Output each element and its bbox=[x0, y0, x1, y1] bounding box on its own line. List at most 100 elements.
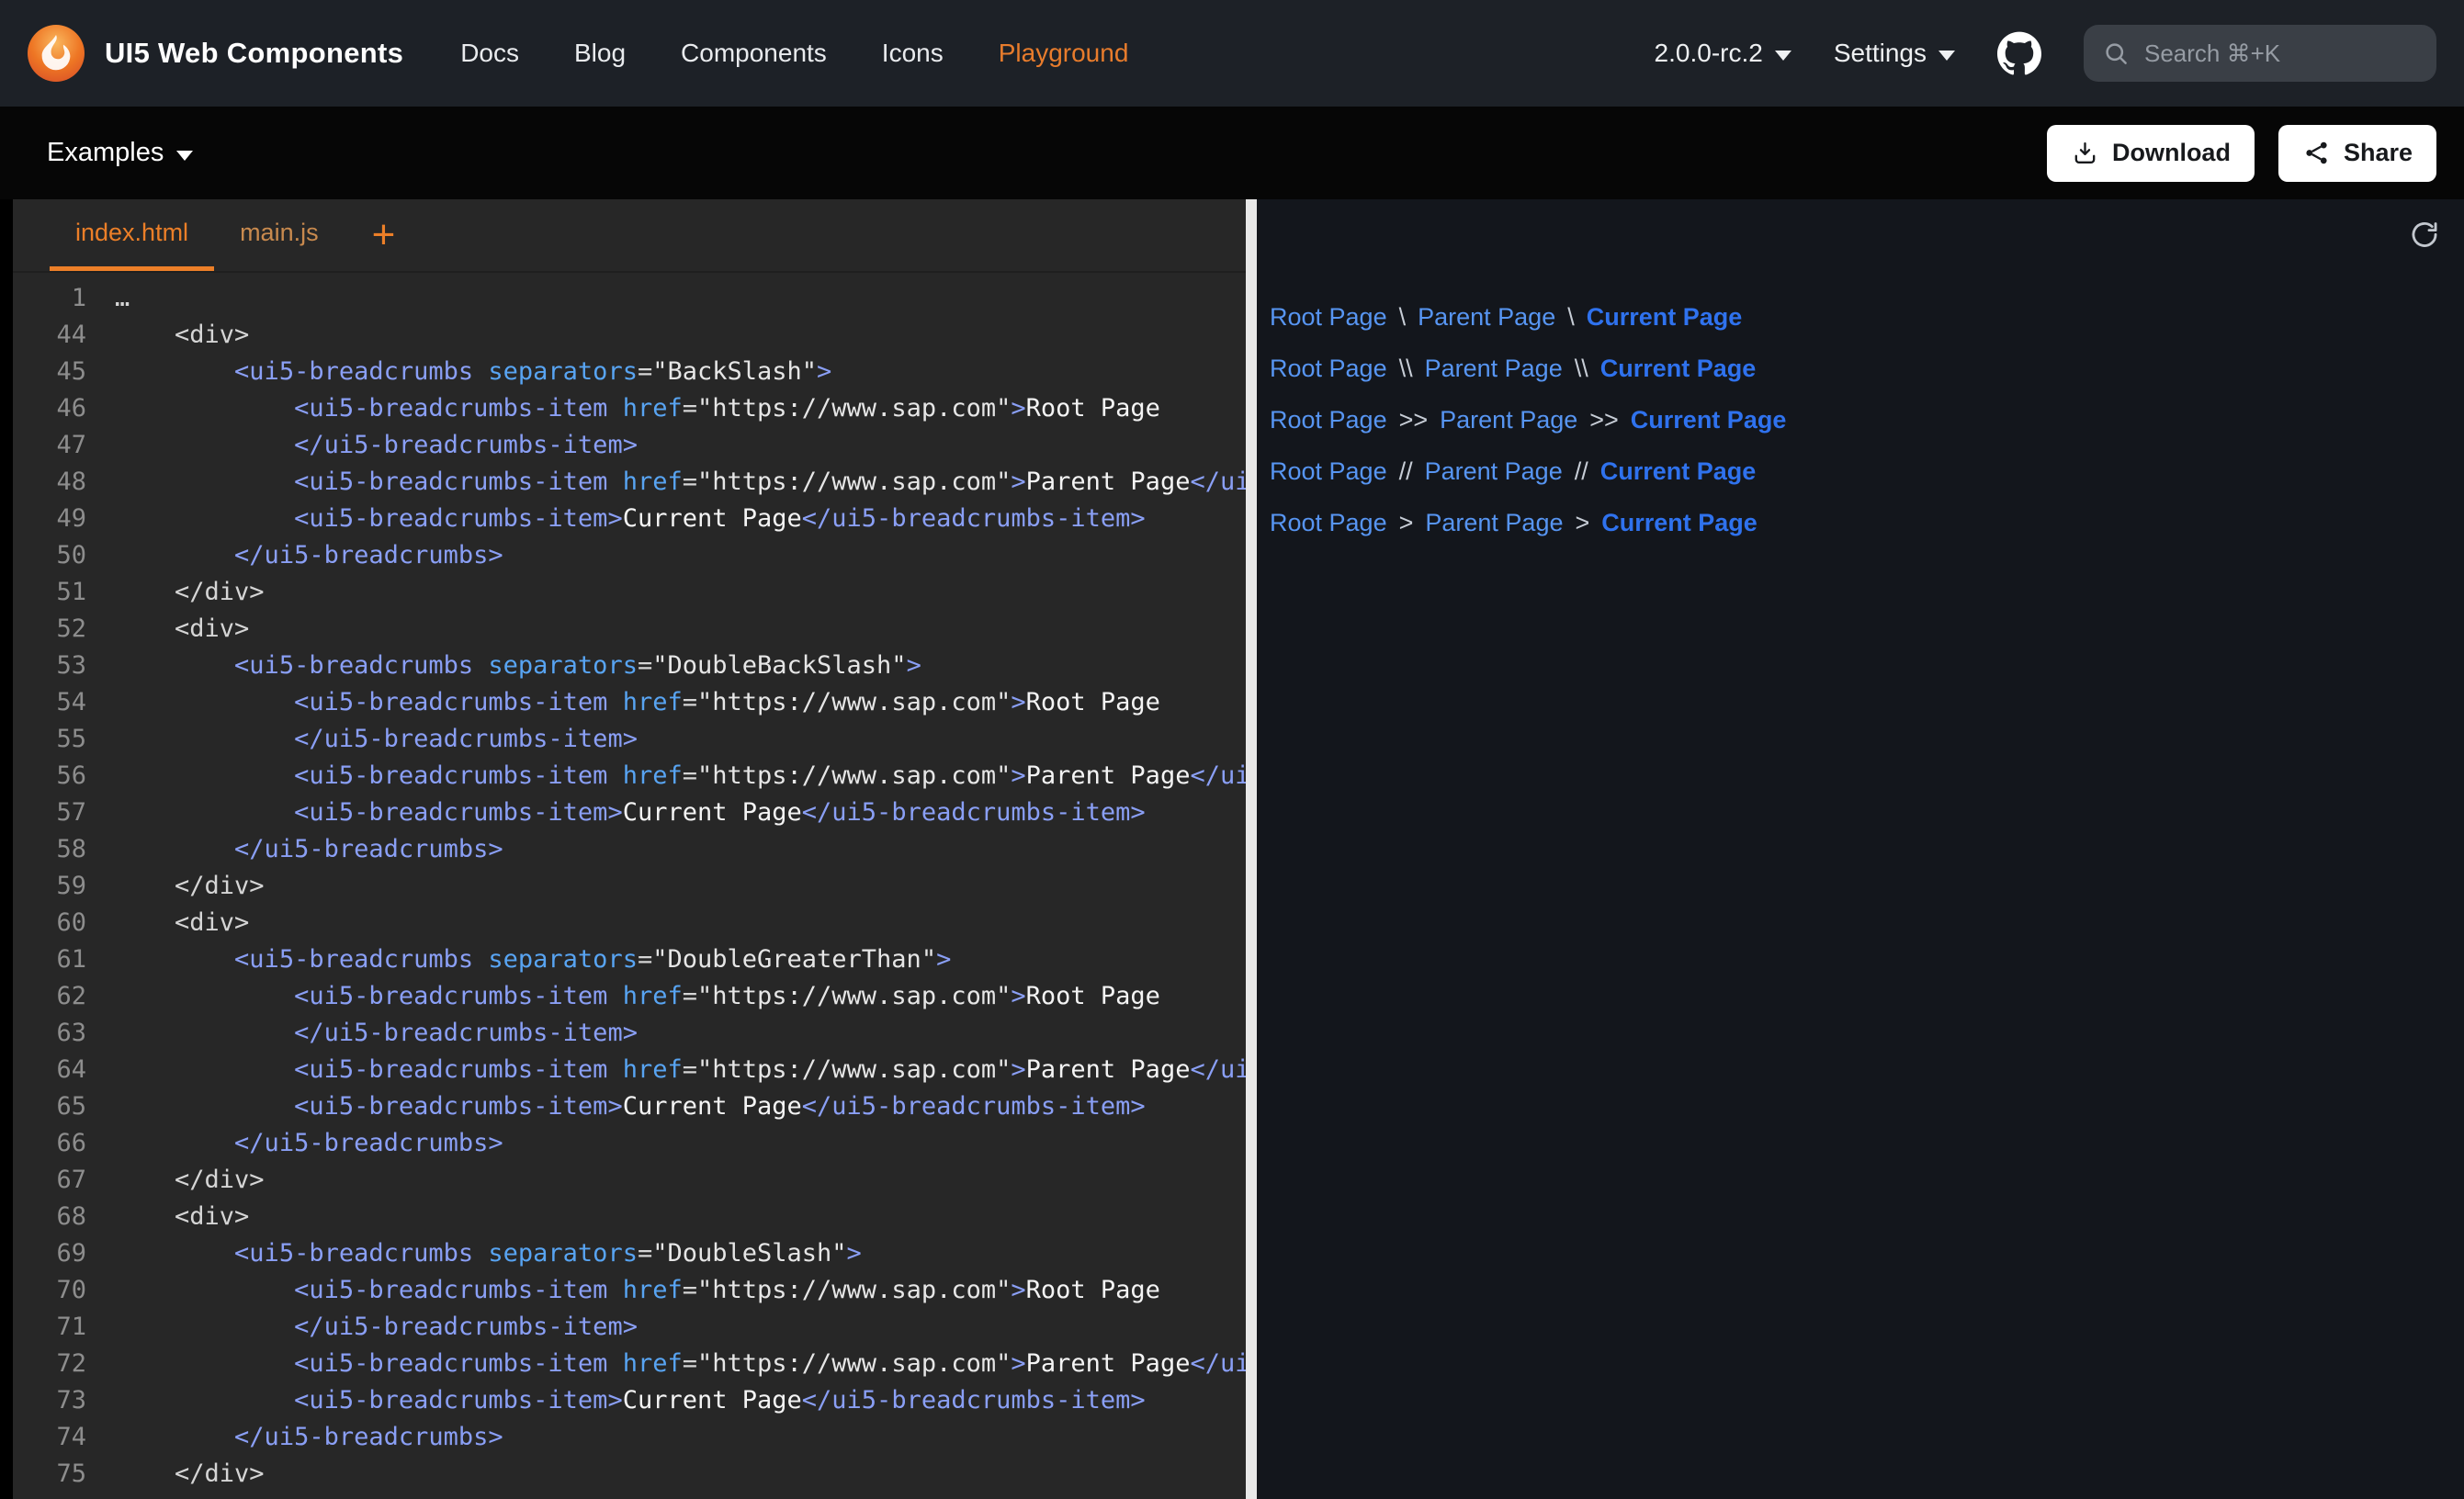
breadcrumb-separator: >> bbox=[1589, 406, 1619, 434]
breadcrumb-current: Current Page bbox=[1600, 355, 1757, 383]
breadcrumb-separator: \ bbox=[1399, 303, 1407, 332]
code-line: 71 </ui5-breadcrumbs-item> bbox=[13, 1309, 1246, 1346]
editor-tab-bar: index.html main.js + bbox=[13, 199, 1246, 273]
breadcrumb-link[interactable]: Root Page bbox=[1270, 406, 1387, 434]
code-line: 53 <ui5-breadcrumbs separators="DoubleBa… bbox=[13, 648, 1246, 684]
breadcrumb-link[interactable]: Parent Page bbox=[1425, 457, 1563, 486]
code-line: 47 </ui5-breadcrumbs-item> bbox=[13, 427, 1246, 464]
add-tab-button[interactable]: + bbox=[345, 199, 424, 271]
breadcrumb-link[interactable]: Parent Page bbox=[1440, 406, 1577, 434]
breadcrumb-link[interactable]: Root Page bbox=[1270, 457, 1387, 486]
code-line: 49 <ui5-breadcrumbs-item>Current Page</u… bbox=[13, 501, 1246, 537]
line-number: 70 bbox=[13, 1272, 86, 1309]
breadcrumb-separator: > bbox=[1399, 509, 1414, 537]
download-icon bbox=[2071, 139, 2099, 167]
line-number: 59 bbox=[13, 868, 86, 905]
code-text: </ui5-breadcrumbs-item> bbox=[86, 1015, 638, 1052]
line-number: 67 bbox=[13, 1162, 86, 1199]
nav-docs[interactable]: Docs bbox=[460, 39, 519, 68]
code-line: 58 </ui5-breadcrumbs> bbox=[13, 831, 1246, 868]
breadcrumb-separator: >> bbox=[1399, 406, 1429, 434]
line-number: 72 bbox=[13, 1346, 86, 1382]
line-number: 55 bbox=[13, 721, 86, 758]
code-line: 66 </ui5-breadcrumbs> bbox=[13, 1125, 1246, 1162]
code-text: <ui5-breadcrumbs separators="BackSlash"> bbox=[86, 354, 831, 390]
version-label: 2.0.0-rc.2 bbox=[1655, 39, 1763, 68]
code-text: </ui5-breadcrumbs> bbox=[86, 537, 503, 574]
breadcrumb: Root Page\Parent Page\Current Page bbox=[1270, 291, 2446, 343]
breadcrumb-separator: // bbox=[1575, 457, 1588, 486]
code-text: <div> bbox=[86, 611, 249, 648]
line-number: 75 bbox=[13, 1456, 86, 1493]
tab-main-js[interactable]: main.js bbox=[214, 199, 345, 271]
breadcrumb-separator: > bbox=[1575, 509, 1589, 537]
line-number: 69 bbox=[13, 1235, 86, 1272]
line-number: 50 bbox=[13, 537, 86, 574]
code-line: 50 </ui5-breadcrumbs> bbox=[13, 537, 1246, 574]
line-number: 64 bbox=[13, 1052, 86, 1088]
github-icon[interactable] bbox=[1997, 31, 2041, 75]
download-button[interactable]: Download bbox=[2047, 125, 2255, 182]
code-text: </div> bbox=[86, 1162, 265, 1199]
chevron-down-icon bbox=[176, 151, 193, 161]
line-number: 66 bbox=[13, 1125, 86, 1162]
top-navbar: UI5 Web Components Docs Blog Components … bbox=[0, 0, 2464, 107]
code-text: <div> bbox=[86, 1199, 249, 1235]
search-input[interactable] bbox=[2084, 25, 2436, 82]
code-line: 46 <ui5-breadcrumbs-item href="https://w… bbox=[13, 390, 1246, 427]
code-line: 68 <div> bbox=[13, 1199, 1246, 1235]
line-number: 44 bbox=[13, 317, 86, 354]
examples-dropdown[interactable]: Examples bbox=[47, 138, 193, 168]
settings-dropdown[interactable]: Settings bbox=[1834, 39, 1955, 68]
brand-home-link[interactable]: UI5 Web Components bbox=[28, 25, 403, 82]
line-number: 52 bbox=[13, 611, 86, 648]
breadcrumb: Root Page//Parent Page//Current Page bbox=[1270, 445, 2446, 497]
tab-index-html[interactable]: index.html bbox=[50, 199, 214, 271]
share-button[interactable]: Share bbox=[2278, 125, 2436, 182]
code-text: <ui5-breadcrumbs separators="DoubleGreat… bbox=[86, 941, 951, 978]
search-box bbox=[2084, 25, 2436, 82]
code-lines[interactable]: 1…44 <div>45 <ui5-breadcrumbs separators… bbox=[13, 273, 1246, 1499]
main-area: index.html main.js + 1…44 <div>45 <ui5-b… bbox=[0, 199, 2464, 1499]
code-line: 59 </div> bbox=[13, 868, 1246, 905]
nav-blog[interactable]: Blog bbox=[574, 39, 626, 68]
main-nav: Docs Blog Components Icons Playground bbox=[460, 39, 1128, 68]
breadcrumb-link[interactable]: Root Page bbox=[1270, 509, 1387, 537]
line-number: 56 bbox=[13, 758, 86, 795]
breadcrumb-link[interactable]: Parent Page bbox=[1425, 355, 1563, 383]
line-number: 1 bbox=[13, 280, 86, 317]
settings-label: Settings bbox=[1834, 39, 1927, 68]
code-text: … bbox=[86, 280, 130, 317]
code-text: <ui5-breadcrumbs-item href="https://www.… bbox=[86, 684, 1160, 721]
refresh-icon[interactable] bbox=[2409, 220, 2440, 251]
breadcrumb-link[interactable]: Parent Page bbox=[1425, 509, 1563, 537]
code-line: 70 <ui5-breadcrumbs-item href="https://w… bbox=[13, 1272, 1246, 1309]
share-icon bbox=[2302, 139, 2331, 167]
toolbar-actions: Download Share bbox=[2047, 125, 2436, 182]
line-number: 46 bbox=[13, 390, 86, 427]
line-number: 71 bbox=[13, 1309, 86, 1346]
code-line: 64 <ui5-breadcrumbs-item href="https://w… bbox=[13, 1052, 1246, 1088]
splitter-handle[interactable] bbox=[1246, 199, 1257, 1499]
line-number: 68 bbox=[13, 1199, 86, 1235]
breadcrumb: Root Page>Parent Page>Current Page bbox=[1270, 497, 2446, 548]
line-number: 51 bbox=[13, 574, 86, 611]
code-text: <ui5-breadcrumbs-item href="https://www.… bbox=[86, 978, 1160, 1015]
nav-playground[interactable]: Playground bbox=[999, 39, 1129, 68]
nav-icons[interactable]: Icons bbox=[882, 39, 944, 68]
code-line: 65 <ui5-breadcrumbs-item>Current Page</u… bbox=[13, 1088, 1246, 1125]
breadcrumb-link[interactable]: Root Page bbox=[1270, 303, 1387, 332]
nav-components[interactable]: Components bbox=[681, 39, 827, 68]
chevron-down-icon bbox=[1938, 51, 1955, 61]
code-text: <ui5-breadcrumbs-item href="https://www.… bbox=[86, 1272, 1160, 1309]
line-number: 63 bbox=[13, 1015, 86, 1052]
breadcrumb-link[interactable]: Parent Page bbox=[1418, 303, 1555, 332]
code-text: <ui5-breadcrumbs-item>Current Page</ui5-… bbox=[86, 1382, 1146, 1419]
code-line: 54 <ui5-breadcrumbs-item href="https://w… bbox=[13, 684, 1246, 721]
breadcrumb-link[interactable]: Root Page bbox=[1270, 355, 1387, 383]
breadcrumb-separator: \ bbox=[1567, 303, 1575, 332]
version-dropdown[interactable]: 2.0.0-rc.2 bbox=[1655, 39, 1791, 68]
code-text: <ui5-breadcrumbs-item href="https://www.… bbox=[86, 464, 1246, 501]
line-number: 65 bbox=[13, 1088, 86, 1125]
code-line: 61 <ui5-breadcrumbs separators="DoubleGr… bbox=[13, 941, 1246, 978]
